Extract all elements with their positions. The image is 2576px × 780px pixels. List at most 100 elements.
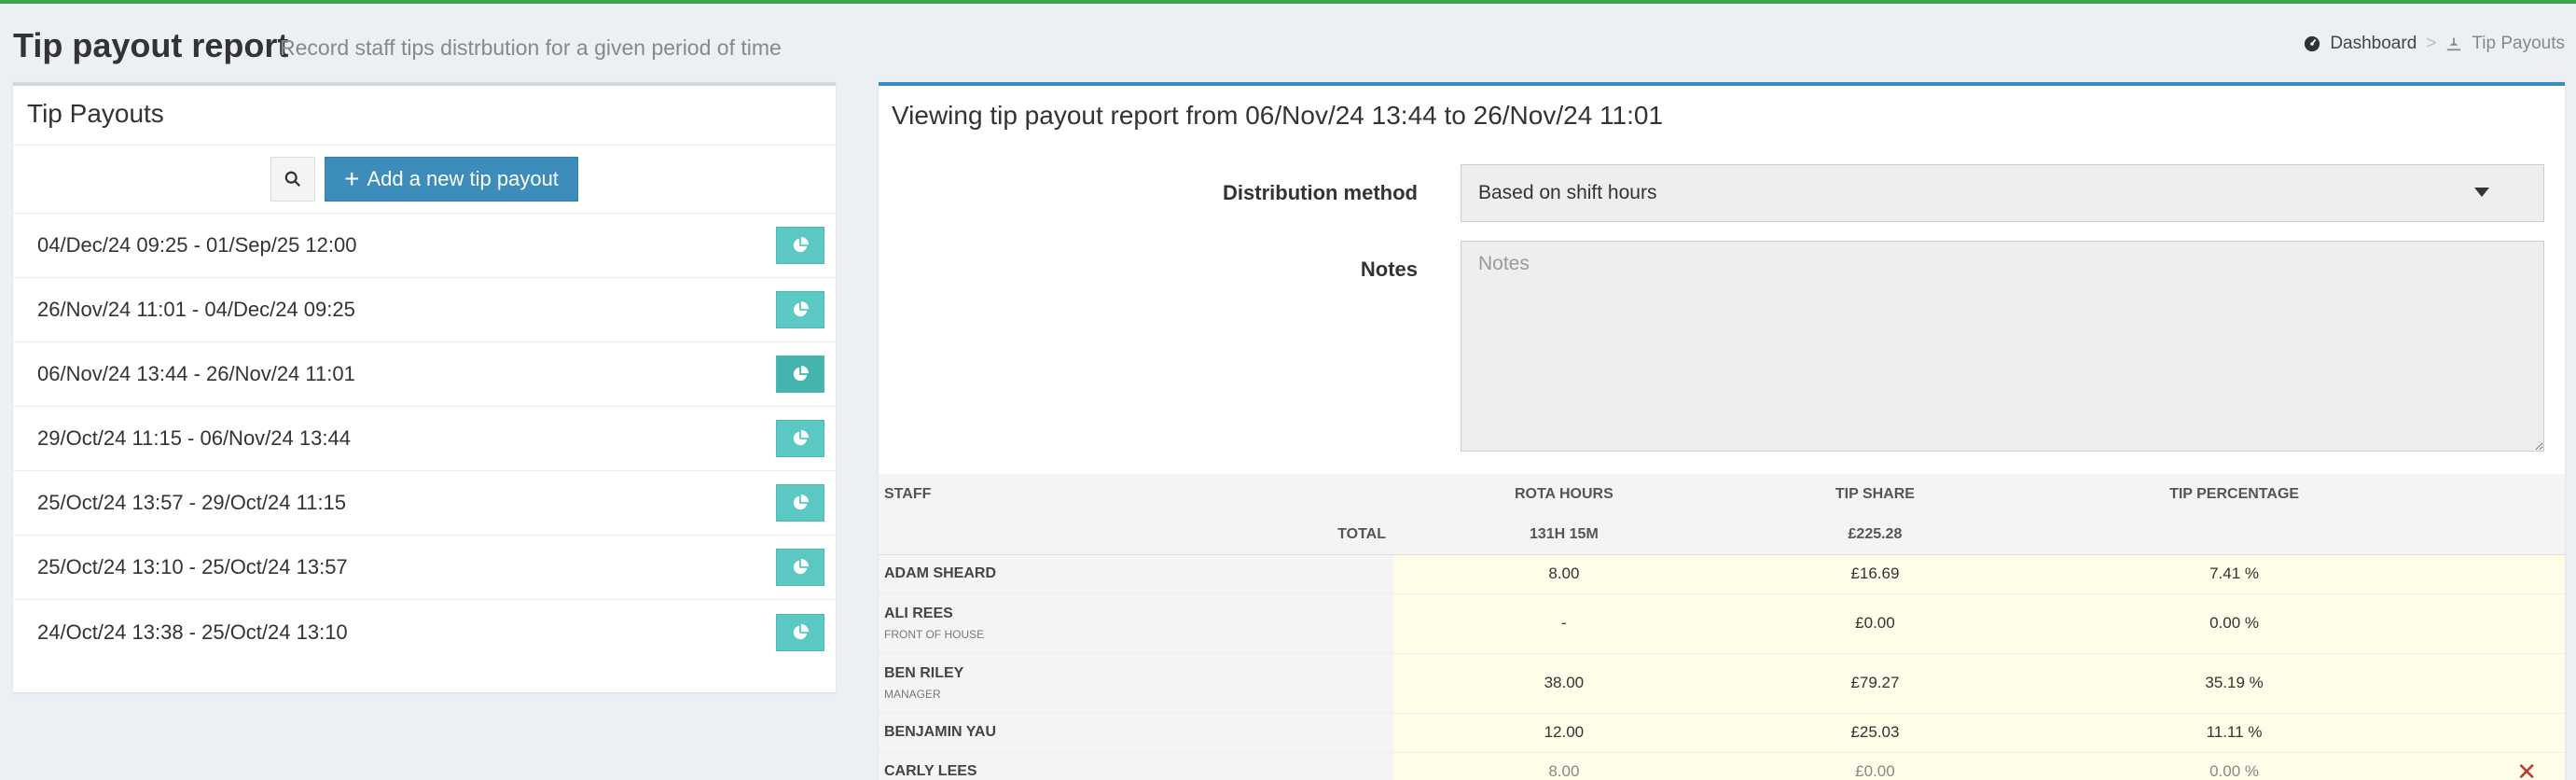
payout-period-label: 04/Dec/24 09:25 - 01/Sep/25 12:00 [37, 233, 357, 257]
pie-chart-icon [793, 301, 809, 317]
view-report-button[interactable] [776, 484, 824, 522]
rota-hours-cell: 38.00 [1393, 653, 1735, 714]
table-row: CARLY LEES 8.00 £0.00 0.00 % ✕ [879, 752, 2565, 780]
pie-chart-icon [793, 237, 809, 253]
total-rota-hours: 131H 15M [1393, 515, 1735, 555]
tip-percentage-cell: 7.41 % [2015, 554, 2453, 594]
pie-chart-icon [793, 623, 809, 639]
pie-chart-icon [793, 494, 809, 510]
rota-hours-cell: 8.00 [1393, 752, 1735, 780]
staff-name-text: ADAM SHEARD [884, 565, 996, 581]
staff-name-text: CARLY LEES [884, 763, 977, 779]
tip-percentage-cell: 0.00 % [2015, 593, 2453, 654]
payout-list: 04/Dec/24 09:25 - 01/Sep/25 12:00 26/Nov… [13, 214, 836, 664]
distribution-method-value: Based on shift hours [1478, 182, 1657, 203]
staff-name: BENJAMIN YAU [879, 713, 1393, 753]
view-report-button[interactable] [776, 549, 824, 586]
column-header-tip-share: Tip Share [1734, 474, 2016, 515]
tip-share-cell: £0.00 [1734, 752, 2016, 780]
row-actions [2453, 593, 2565, 654]
pie-chart-icon [793, 559, 809, 575]
row-actions [2453, 713, 2565, 753]
totals-empty-cell [2015, 515, 2453, 555]
pie-chart-icon [793, 366, 809, 382]
payout-period-label: 24/Oct/24 13:38 - 25/Oct/24 13:10 [37, 620, 348, 644]
totals-label: TOTAL [879, 515, 1393, 555]
list-item[interactable]: 29/Oct/24 11:15 - 06/Nov/24 13:44 [13, 407, 836, 471]
list-item[interactable]: 24/Oct/24 13:38 - 25/Oct/24 13:10 [13, 600, 836, 664]
column-header-rota-hours: Rota Hours [1393, 474, 1735, 515]
staff-role: FRONT OF HOUSE [884, 628, 985, 641]
breadcrumb-dashboard-link[interactable]: Dashboard [2330, 34, 2417, 54]
payout-period-label: 06/Nov/24 13:44 - 26/Nov/24 11:01 [37, 362, 355, 385]
report-title: Viewing tip payout report from 06/Nov/24… [892, 101, 1664, 130]
add-tip-payout-button[interactable]: + Add a new tip payout [325, 157, 578, 202]
staff-tip-table: Staff Rota Hours Tip Share Tip Percentag… [879, 474, 2565, 780]
staff-name-text: BENJAMIN YAU [884, 724, 997, 740]
payout-period-label: 26/Nov/24 11:01 - 04/Dec/24 09:25 [37, 298, 355, 321]
tip-payouts-panel: Tip Payouts + Add a new tip payout 04/De… [13, 82, 836, 692]
caret-down-icon [2474, 188, 2489, 197]
table-row: ALI REES FRONT OF HOUSE - £0.00 0.00 % [879, 593, 2565, 654]
list-item[interactable]: 25/Oct/24 13:57 - 29/Oct/24 11:15 [13, 471, 836, 536]
view-report-button[interactable] [776, 420, 824, 457]
row-actions: ✕ [2453, 752, 2565, 780]
table-row: ADAM SHEARD 8.00 £16.69 7.41 % [879, 554, 2565, 594]
column-header-actions [2453, 474, 2565, 515]
list-item[interactable]: 06/Nov/24 13:44 - 26/Nov/24 11:01 [13, 342, 836, 407]
breadcrumb: Dashboard > Tip Payouts [2304, 34, 2565, 54]
rota-hours-cell: 8.00 [1393, 554, 1735, 594]
column-header-tip-percentage: Tip Percentage [2015, 474, 2453, 515]
breadcrumb-current: Tip Payouts [2472, 34, 2565, 53]
pie-chart-icon [793, 430, 809, 446]
search-button[interactable] [270, 157, 316, 202]
tip-share-cell: £79.27 [1734, 653, 2016, 714]
list-item[interactable]: 25/Oct/24 13:10 - 25/Oct/24 13:57 [13, 536, 836, 600]
report-panel: Viewing tip payout report from 06/Nov/24… [879, 82, 2565, 780]
staff-name: ALI REES FRONT OF HOUSE [879, 593, 1393, 654]
distribution-method-select[interactable]: Based on shift hours [1461, 164, 2544, 222]
rota-hours-cell: 12.00 [1393, 713, 1735, 753]
totals-empty-cell [2453, 515, 2565, 555]
notes-label: Notes [1360, 258, 1418, 281]
search-icon [284, 171, 301, 187]
page-title: Tip payout report [13, 26, 289, 64]
list-item[interactable]: 26/Nov/24 11:01 - 04/Dec/24 09:25 [13, 278, 836, 342]
payout-period-label: 25/Oct/24 13:10 - 25/Oct/24 13:57 [37, 555, 348, 578]
dashboard-icon [2305, 35, 2320, 52]
tip-share-cell: £16.69 [1734, 554, 2016, 594]
tip-percentage-cell: 0.00 % [2015, 752, 2453, 780]
view-report-button[interactable] [776, 355, 824, 393]
staff-name: BEN RILEY MANAGER [879, 653, 1393, 714]
view-report-button[interactable] [776, 613, 824, 651]
top-accent-bar [0, 0, 2576, 4]
rota-hours-cell: - [1393, 593, 1735, 654]
column-header-staff: Staff [879, 474, 1393, 515]
tip-jar-icon [2447, 37, 2461, 51]
list-item[interactable]: 04/Dec/24 09:25 - 01/Sep/25 12:00 [13, 214, 836, 278]
tip-percentage-cell: 35.19 % [2015, 653, 2453, 714]
remove-staff-icon[interactable]: ✕ [2516, 758, 2537, 780]
staff-name: ADAM SHEARD [879, 554, 1393, 594]
plus-icon: + [344, 164, 360, 193]
staff-name-text: ALI REES [884, 606, 953, 621]
panel-title: Tip Payouts [13, 86, 836, 146]
view-report-button[interactable] [776, 291, 824, 328]
distribution-method-label: Distribution method [1223, 181, 1418, 204]
payout-period-label: 29/Oct/24 11:15 - 06/Nov/24 13:44 [37, 426, 351, 450]
breadcrumb-separator: > [2426, 34, 2437, 53]
row-actions [2453, 653, 2565, 714]
table-row: BENJAMIN YAU 12.00 £25.03 11.11 % [879, 713, 2565, 753]
staff-role: MANAGER [884, 688, 941, 701]
total-tip-share: £225.28 [1734, 515, 2016, 555]
row-actions [2453, 554, 2565, 594]
add-tip-payout-label: Add a new tip payout [367, 167, 559, 190]
totals-row: TOTAL 131H 15M £225.28 [879, 515, 2565, 555]
tip-share-cell: £25.03 [1734, 713, 2016, 753]
payout-period-label: 25/Oct/24 13:57 - 29/Oct/24 11:15 [37, 491, 347, 514]
view-report-button[interactable] [776, 227, 824, 264]
table-row: BEN RILEY MANAGER 38.00 £79.27 35.19 % [879, 653, 2565, 714]
tip-share-cell: £0.00 [1734, 593, 2016, 654]
notes-input[interactable] [1461, 241, 2544, 452]
tip-percentage-cell: 11.11 % [2015, 713, 2453, 753]
